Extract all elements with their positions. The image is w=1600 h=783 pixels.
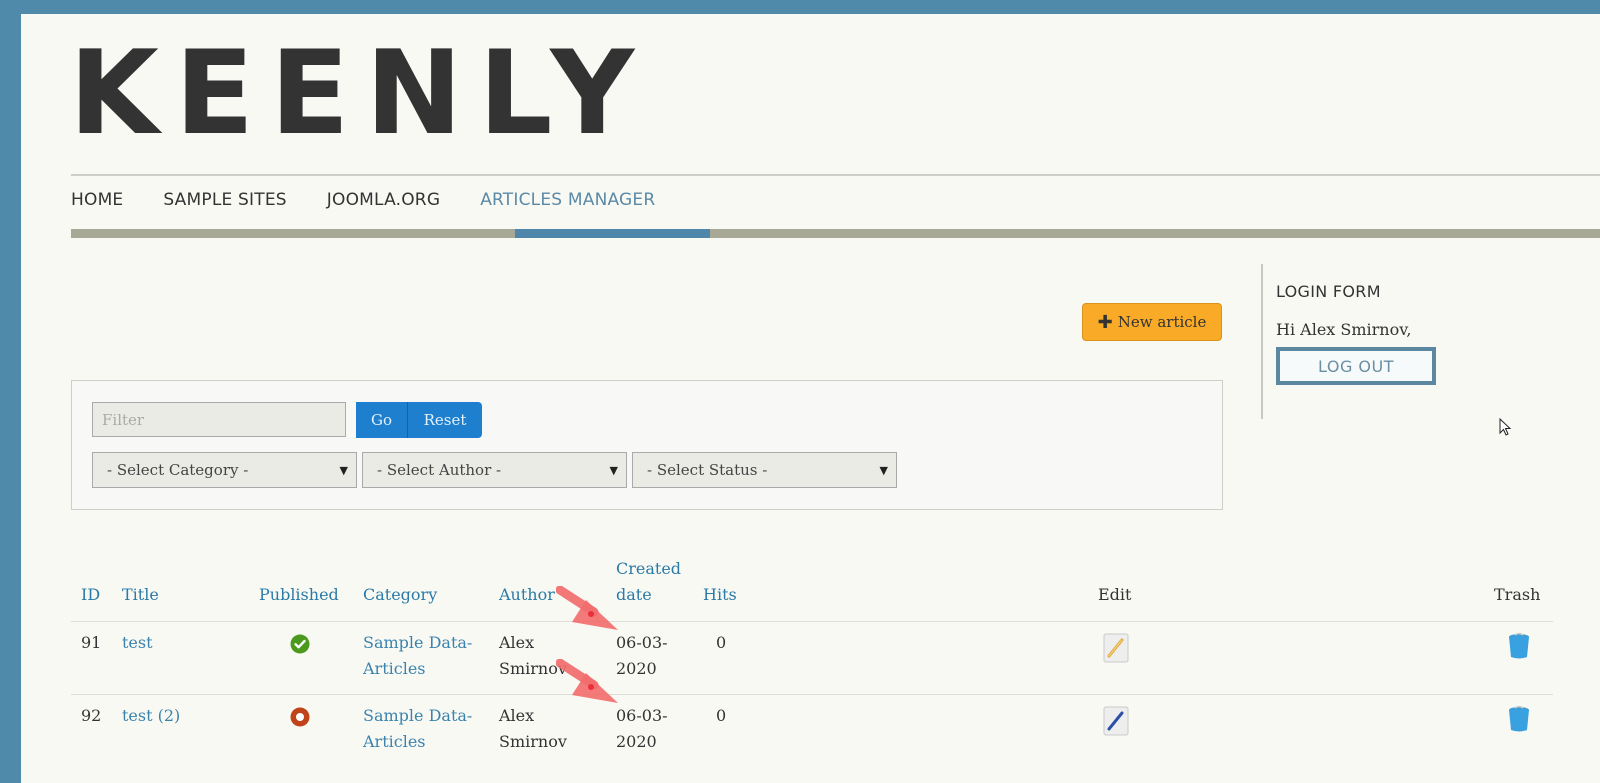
author-select-value: - Select Author -	[377, 461, 502, 479]
row-divider	[71, 694, 1553, 695]
edit-pen-icon[interactable]	[1103, 706, 1129, 736]
chevron-down-icon: ▼	[879, 463, 888, 477]
nav-active-indicator	[515, 229, 710, 238]
annotation-arrow-icon	[556, 586, 618, 630]
column-header-hits[interactable]: Hits	[703, 582, 737, 608]
nav-divider	[71, 174, 1600, 176]
nav-item-articles-manager[interactable]: ARTICLES MANAGER	[480, 190, 655, 210]
sidebar-divider	[1261, 264, 1263, 419]
row-created-line2: 2020	[616, 659, 657, 678]
row-title-link[interactable]: test (2)	[122, 703, 180, 729]
column-header-created-date[interactable]: Created date	[616, 556, 681, 608]
row-created-date: 06-03- 2020	[616, 703, 668, 755]
column-header-id[interactable]: ID	[81, 582, 100, 608]
nav-item-joomla-org[interactable]: JOOMLA.ORG	[327, 190, 440, 210]
column-header-title[interactable]: Title	[122, 582, 159, 608]
row-hits: 0	[716, 706, 727, 725]
row-author: Alex Smirnov	[499, 703, 567, 755]
category-select[interactable]: - Select Category - ▼	[92, 452, 357, 488]
row-id: 91	[81, 633, 102, 652]
login-form-title: LOGIN FORM	[1276, 282, 1381, 301]
column-header-author[interactable]: Author	[499, 582, 555, 608]
row-created-date: 06-03- 2020	[616, 630, 668, 682]
trash-icon[interactable]	[1507, 632, 1531, 660]
column-header-category[interactable]: Category	[363, 582, 437, 608]
published-check-icon[interactable]	[290, 634, 310, 654]
row-author-line1: Alex	[499, 633, 535, 652]
chevron-down-icon: ▼	[339, 463, 348, 477]
row-divider	[71, 621, 1553, 622]
annotation-arrow-icon	[556, 659, 618, 703]
row-category-line2: Articles	[363, 659, 426, 678]
row-category-link[interactable]: Sample Data- Articles	[363, 630, 472, 682]
column-header-edit: Edit	[1098, 585, 1132, 604]
new-article-button[interactable]: ✚ New article	[1082, 303, 1222, 341]
site-logo[interactable]: KEENLY	[69, 36, 650, 152]
row-created-line2: 2020	[616, 732, 657, 751]
trash-icon[interactable]	[1507, 705, 1531, 733]
go-button[interactable]: Go	[356, 402, 408, 438]
author-select[interactable]: - Select Author - ▼	[362, 452, 627, 488]
mouse-cursor-icon	[1499, 418, 1512, 436]
login-greeting: Hi Alex Smirnov,	[1276, 320, 1412, 339]
unpublished-circle-icon[interactable]	[290, 707, 310, 727]
filter-panel: Filter Go Reset - Select Category - ▼ - …	[71, 380, 1223, 510]
nav-item-home[interactable]: HOME	[71, 190, 123, 210]
main-nav: HOME SAMPLE SITES JOOMLA.ORG ARTICLES MA…	[71, 190, 695, 210]
filter-input[interactable]: Filter	[92, 402, 346, 437]
row-author-line1: Alex	[499, 706, 535, 725]
logout-button[interactable]: LOG OUT	[1276, 347, 1436, 385]
row-hits: 0	[716, 633, 727, 652]
nav-underline	[71, 229, 1600, 238]
plus-icon: ✚	[1097, 311, 1113, 333]
row-created-line1: 06-03-	[616, 706, 668, 725]
row-category-line2: Articles	[363, 732, 426, 751]
row-category-line1: Sample Data-	[363, 633, 473, 652]
row-created-line1: 06-03-	[616, 633, 668, 652]
status-select[interactable]: - Select Status - ▼	[632, 452, 897, 488]
row-category-line1: Sample Data-	[363, 706, 473, 725]
nav-item-sample-sites[interactable]: SAMPLE SITES	[163, 190, 286, 210]
row-id: 92	[81, 706, 102, 725]
reset-button[interactable]: Reset	[408, 402, 482, 438]
column-header-created-line2: date	[616, 585, 652, 604]
edit-pencil-icon[interactable]	[1103, 633, 1129, 663]
column-header-trash: Trash	[1494, 585, 1541, 604]
column-header-created-line1: Created	[616, 559, 682, 578]
new-article-label: New article	[1117, 313, 1207, 331]
status-select-value: - Select Status -	[647, 461, 768, 479]
category-select-value: - Select Category -	[107, 461, 249, 479]
row-category-link[interactable]: Sample Data- Articles	[363, 703, 472, 755]
chevron-down-icon: ▼	[609, 463, 618, 477]
page: KEENLY HOME SAMPLE SITES JOOMLA.ORG ARTI…	[21, 14, 1600, 783]
column-header-published[interactable]: Published	[259, 582, 339, 608]
row-author-line2: Smirnov	[499, 732, 567, 751]
row-title-link[interactable]: test	[122, 630, 153, 656]
